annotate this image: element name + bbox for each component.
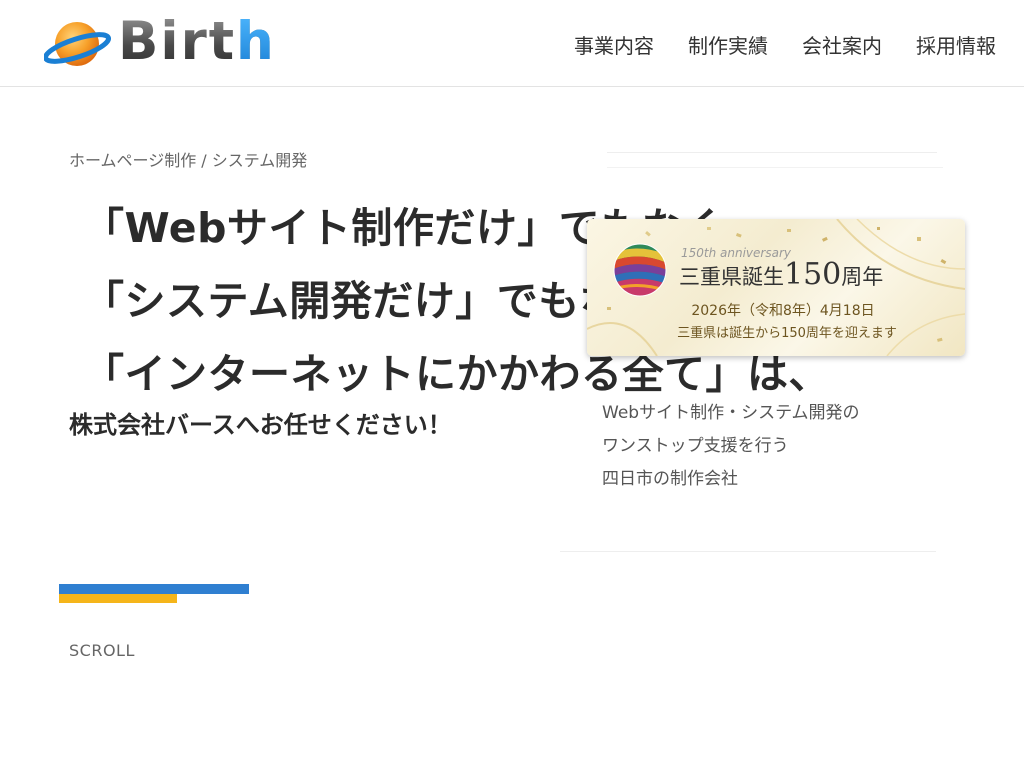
tagline-line: ワンストップ支援を行う <box>602 436 789 456</box>
nav-item-recruit[interactable]: 採用情報 <box>916 30 996 62</box>
accent-bar-blue <box>59 584 249 594</box>
nav-item-works[interactable]: 制作実績 <box>688 30 768 62</box>
banner-title: 三重県誕生150周年 <box>679 257 884 292</box>
divider <box>607 167 943 168</box>
banner-note: 三重県は誕生から150周年を迎えます <box>677 326 897 341</box>
nav-item-company[interactable]: 会社案内 <box>802 30 882 62</box>
nav-item-services[interactable]: 事業内容 <box>574 30 654 62</box>
tagline-line: Webサイト制作・システム開発の <box>602 403 860 423</box>
logo-wordmark: Birth <box>118 11 276 72</box>
company-tagline: Webサイト制作・システム開発の ワンストップ支援を行う 四日市の制作会社 <box>602 397 860 496</box>
mie-150th-emblem-icon <box>613 243 667 297</box>
breadcrumb: ホームページ制作 / システム開発 <box>69 151 308 170</box>
mie-150th-banner[interactable]: 150th anniversary 三重県誕生150周年 2026年（令和8年）… <box>587 219 965 356</box>
tagline-line: 四日市の制作会社 <box>602 469 738 489</box>
main-nav: 事業内容 制作実績 会社案内 採用情報 <box>574 30 996 62</box>
divider <box>560 551 936 552</box>
divider <box>607 152 937 153</box>
planet-ring-icon <box>44 22 112 66</box>
site-logo[interactable]: Birth <box>44 11 304 74</box>
site-header: Birth 事業内容 制作実績 会社案内 採用情報 <box>0 0 1024 87</box>
hero-subheading: 株式会社バースへお任せください！ <box>69 411 452 439</box>
accent-bar-yellow <box>59 594 177 603</box>
scroll-indicator[interactable]: SCROLL <box>69 641 135 660</box>
banner-date: 2026年（令和8年）4月18日 <box>691 303 875 319</box>
